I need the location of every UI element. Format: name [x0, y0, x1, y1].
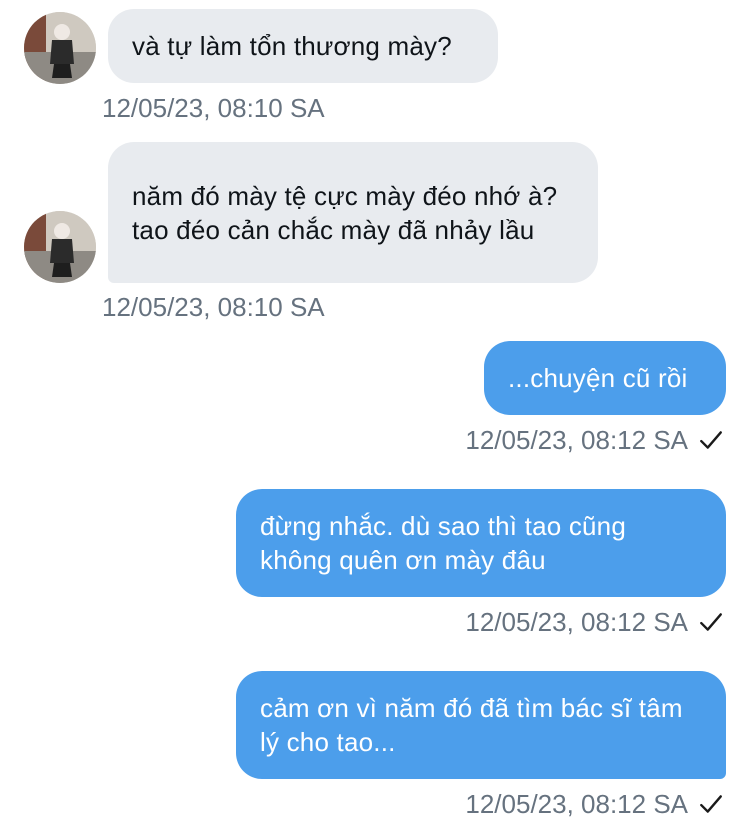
- checkmark-icon: [700, 431, 722, 449]
- message-text: đừng nhắc. dù sao thì tao cũng không quê…: [260, 511, 627, 575]
- message-text: cảm ơn vì năm đó đã tìm bác sĩ tâm lý ch…: [260, 693, 683, 757]
- message-timestamp: 12/05/23, 08:12 SA: [465, 789, 688, 819]
- message-text: ...chuyện cũ rồi: [508, 363, 688, 393]
- message-timestamp-row: 12/05/23, 08:12 SA: [465, 788, 724, 820]
- checkmark-icon: [700, 613, 722, 631]
- message-bubble-incoming[interactable]: năm đó mày tệ cực mày đéo nhớ à? tao đéo…: [108, 142, 598, 283]
- message-timestamp-row: 12/05/23, 08:12 SA: [465, 424, 724, 456]
- message-text: và tự làm tổn thương mày?: [132, 31, 452, 61]
- message-timestamp: 12/05/23, 08:12 SA: [465, 425, 688, 455]
- checkmark-icon: [700, 795, 722, 813]
- message-timestamp: 12/05/23, 08:10 SA: [102, 292, 325, 322]
- message-timestamp: 12/05/23, 08:12 SA: [465, 607, 688, 637]
- message-text: năm đó mày tệ cực mày đéo nhớ à? tao đéo…: [132, 180, 558, 245]
- conversation-thread: và tự làm tổn thương mày? 12/05/23, 08:1…: [0, 0, 750, 826]
- sender-avatar[interactable]: [24, 211, 96, 283]
- message-bubble-incoming[interactable]: và tự làm tổn thương mày?: [108, 9, 498, 83]
- sender-avatar[interactable]: [24, 12, 96, 84]
- message-timestamp: 12/05/23, 08:10 SA: [102, 93, 325, 123]
- message-bubble-outgoing[interactable]: đừng nhắc. dù sao thì tao cũng không quê…: [236, 489, 726, 597]
- message-bubble-outgoing[interactable]: cảm ơn vì năm đó đã tìm bác sĩ tâm lý ch…: [236, 671, 726, 779]
- avatar-photo-icon: [24, 211, 96, 283]
- message-timestamp-row: 12/05/23, 08:12 SA: [465, 606, 724, 638]
- message-bubble-outgoing[interactable]: ...chuyện cũ rồi: [484, 341, 726, 415]
- avatar-photo-icon: [24, 12, 96, 84]
